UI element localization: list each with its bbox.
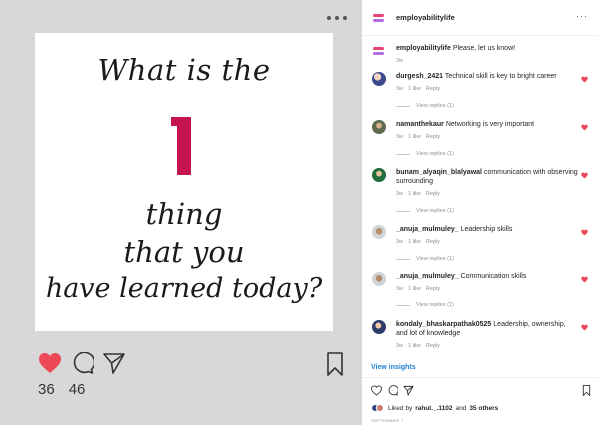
reply-button[interactable]: Reply	[426, 343, 440, 349]
avatar[interactable]	[372, 120, 386, 134]
comment-item: durgesh_2421 Technical skill is key to b…	[372, 72, 592, 92]
liked-by: Liked by rahul._.1102 and 35 others	[371, 404, 498, 412]
reply-button[interactable]: Reply	[426, 134, 440, 140]
more-options-icon[interactable]	[322, 10, 352, 26]
comment-likes[interactable]: 1 like	[408, 134, 421, 140]
avatar[interactable]	[372, 72, 386, 86]
caption-user[interactable]: employabilitylife	[396, 45, 451, 52]
comment-time: 3w	[396, 343, 404, 349]
panel-actions	[362, 385, 598, 399]
comment-count: 46	[68, 381, 86, 398]
comment-icon[interactable]	[387, 385, 398, 396]
more-icon[interactable]: ···	[576, 11, 588, 21]
comment-item: bunam_alyaqin_blalyawal communication wi…	[372, 168, 592, 197]
post-text-line-1: What is the	[97, 53, 271, 87]
comment-time: 3w	[396, 191, 404, 197]
comment-icon[interactable]	[70, 352, 94, 374]
comment-time: 3w	[396, 86, 404, 92]
reply-button[interactable]: Reply	[426, 239, 440, 245]
liked-by-and: and	[455, 404, 467, 412]
heart-icon[interactable]	[581, 76, 588, 83]
heart-icon[interactable]	[581, 172, 588, 179]
view-replies-button[interactable]: View replies (1)	[396, 151, 454, 157]
account-logo-icon[interactable]	[372, 11, 386, 25]
comment-item: namanthekaur Networking is very importan…	[372, 120, 592, 140]
caption-time: 3w	[396, 58, 404, 64]
reply-button[interactable]: Reply	[426, 86, 440, 92]
post-frame: What is the thing that you have learned …	[0, 0, 362, 425]
caption-logo-icon[interactable]	[372, 44, 386, 58]
post-counts: 36 46	[38, 381, 85, 398]
avatar[interactable]	[372, 168, 386, 182]
comment-likes[interactable]: 1 like	[408, 86, 421, 92]
share-icon[interactable]	[102, 352, 126, 374]
comment-user[interactable]: kondaly_bhaskarpathak0525	[396, 321, 491, 328]
bookmark-icon[interactable]	[326, 352, 344, 376]
view-replies-button[interactable]: View replies (1)	[396, 256, 454, 262]
avatar[interactable]	[372, 225, 386, 239]
comment-likes[interactable]: 1 like	[408, 286, 421, 292]
comments-panel: employabilitylife ··· employabilitylife …	[362, 0, 598, 425]
panel-header: employabilitylife ···	[362, 0, 598, 36]
heart-icon[interactable]	[581, 276, 588, 283]
post-text-line-2: thing	[145, 197, 223, 231]
avatar[interactable]	[372, 320, 386, 334]
comment-text: Technical skill is key to bright career	[444, 73, 557, 80]
like-count: 36	[38, 381, 55, 398]
comment-text: Networking is very important	[445, 121, 535, 128]
post-image: What is the thing that you have learned …	[35, 33, 333, 331]
comment-item: _anuja_mulmuley_ Leadership skills 3w 1 l…	[372, 225, 592, 245]
comment-item: _anuja_mulmuley_ Communication skills 3w…	[372, 272, 592, 292]
comment-user[interactable]: _anuja_mulmuley_	[396, 273, 459, 280]
heart-icon[interactable]	[38, 352, 62, 374]
comment-user[interactable]: bunam_alyaqin_blalyawal	[396, 169, 482, 176]
post-text-line-3: that you	[123, 235, 245, 269]
avatar[interactable]	[372, 272, 386, 286]
liker-avatar[interactable]	[376, 404, 384, 412]
comment-likes[interactable]: 1 like	[408, 191, 421, 197]
view-replies-button[interactable]: View replies (1)	[396, 103, 454, 109]
liked-by-prefix: Liked by	[388, 404, 413, 412]
post-date: SEPTEMBER 7	[371, 418, 404, 423]
view-insights-link[interactable]: View insights	[371, 364, 416, 371]
heart-icon[interactable]	[581, 124, 588, 131]
comment-user[interactable]: durgesh_2421	[396, 73, 443, 80]
caption: employabilitylife Please, let us know! 3…	[372, 44, 592, 64]
comment-item: kondaly_bhaskarpathak0525 Leadership, ow…	[372, 320, 592, 349]
reply-button[interactable]: Reply	[426, 286, 440, 292]
comment-time: 3w	[396, 239, 404, 245]
view-replies-button[interactable]: View replies (1)	[396, 302, 454, 308]
caption-text: Please, let us know!	[452, 45, 516, 52]
divider	[362, 377, 598, 378]
share-icon[interactable]	[403, 385, 414, 396]
post-number-one	[171, 117, 191, 175]
bookmark-icon[interactable]	[581, 385, 592, 396]
heart-outline-icon[interactable]	[371, 385, 382, 396]
comment-time: 3w	[396, 286, 404, 292]
comment-text: Leadership skills	[460, 226, 513, 233]
header-username[interactable]: employabilitylife	[396, 13, 455, 22]
liked-by-user[interactable]: rahul._.1102	[415, 405, 452, 412]
comment-text: Communication skills	[460, 273, 527, 280]
comment-time: 3w	[396, 134, 404, 140]
heart-icon[interactable]	[581, 229, 588, 236]
comment-user[interactable]: _anuja_mulmuley_	[396, 226, 459, 233]
view-replies-button[interactable]: View replies (1)	[396, 208, 454, 214]
post-actions	[0, 350, 362, 380]
comment-likes[interactable]: 1 like	[408, 239, 421, 245]
heart-icon[interactable]	[581, 324, 588, 331]
liked-by-others[interactable]: 35 others	[469, 405, 498, 412]
comment-user[interactable]: namanthekaur	[396, 121, 444, 128]
comment-likes[interactable]: 1 like	[408, 343, 421, 349]
reply-button[interactable]: Reply	[426, 191, 440, 197]
post-text-line-4: have learned today?	[45, 273, 323, 304]
